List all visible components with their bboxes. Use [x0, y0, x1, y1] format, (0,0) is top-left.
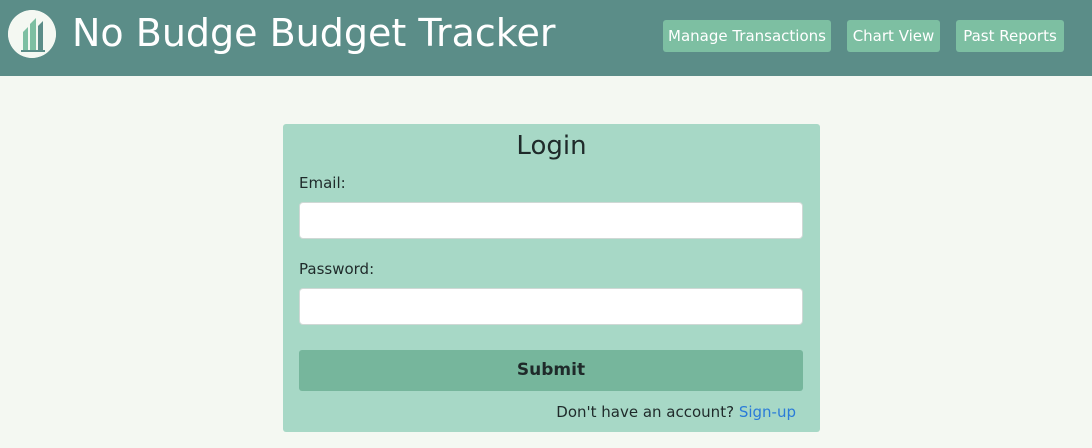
submit-button[interactable]: Submit	[299, 350, 803, 391]
email-label: Email:	[299, 174, 346, 192]
password-label: Password:	[299, 260, 375, 278]
bar-chart-logo-icon	[8, 10, 56, 58]
nav-past-reports[interactable]: Past Reports	[956, 20, 1064, 52]
login-card: Login Email: Password: Submit Don't have…	[283, 124, 820, 432]
login-title: Login	[516, 131, 587, 161]
email-field[interactable]	[299, 202, 803, 239]
signup-prompt-row: Don't have an account? Sign-up	[556, 402, 796, 422]
nav-manage-transactions[interactable]: Manage Transactions	[663, 20, 831, 52]
app-title: No Budge Budget Tracker	[72, 11, 556, 55]
nav-chart-view[interactable]: Chart View	[847, 20, 940, 52]
password-field[interactable]	[299, 288, 803, 325]
app-header: No Budge Budget Tracker Manage Transacti…	[0, 0, 1092, 76]
signup-prompt-text: Don't have an account?	[556, 403, 735, 421]
signup-link[interactable]: Sign-up	[739, 403, 796, 421]
